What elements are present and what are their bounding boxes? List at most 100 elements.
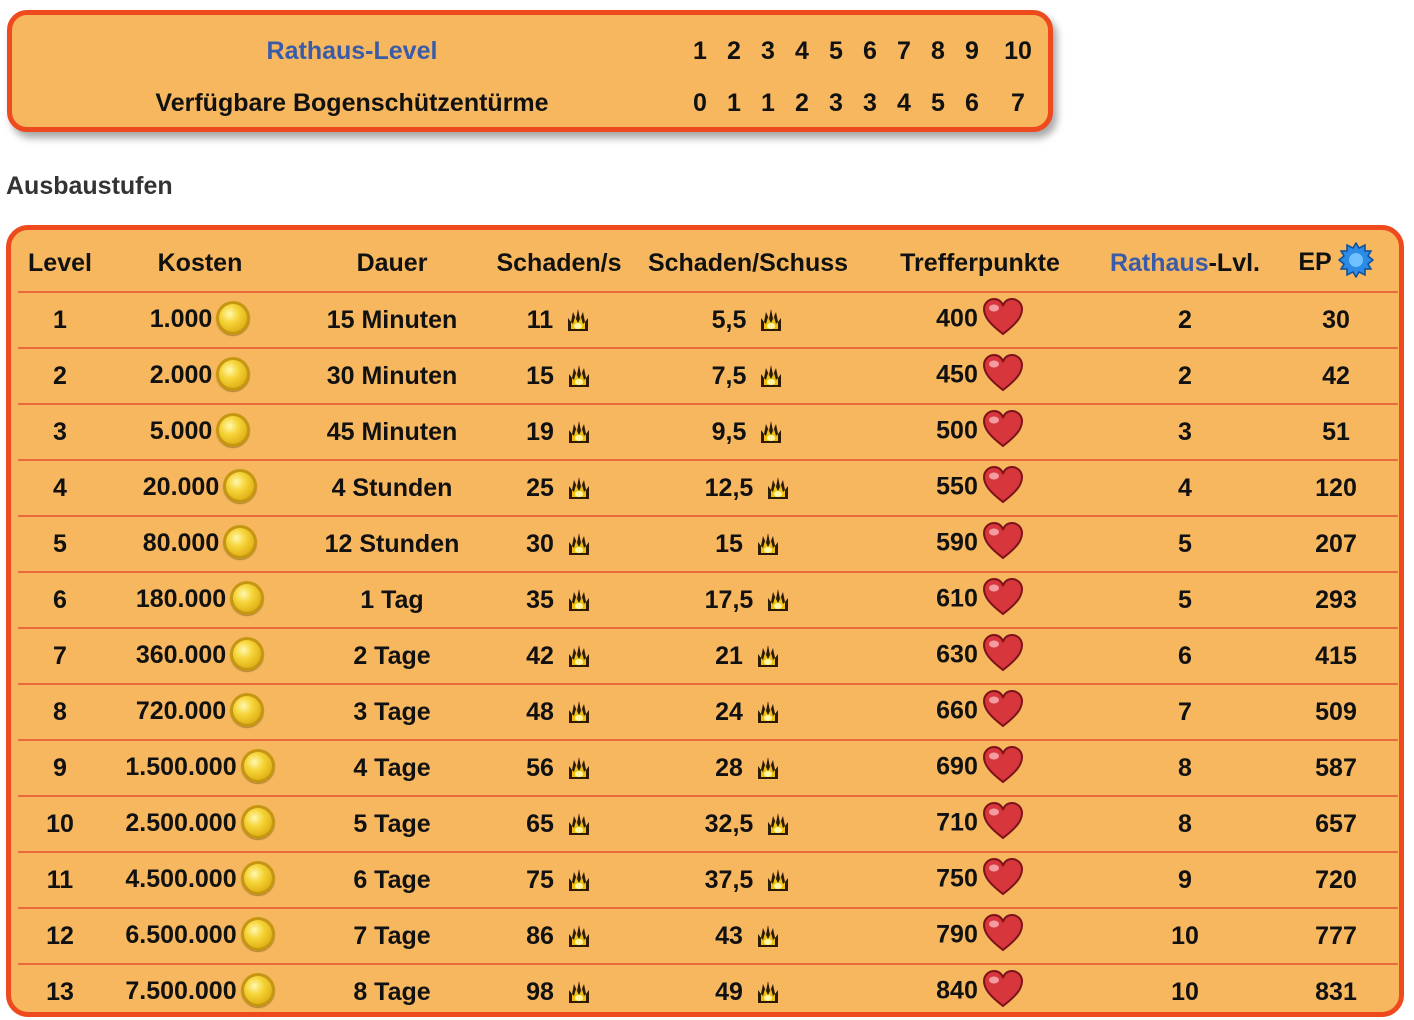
table-row: 10 2.500.000 5 Tage 65 32,5 710 8 657: [18, 796, 1398, 853]
cell-xp-value: 42: [1322, 361, 1350, 390]
cell-dps-value: 42: [526, 641, 554, 670]
cell-dps-value: 86: [526, 921, 554, 950]
cell-level-value: 5: [53, 529, 67, 558]
cell-hitpoints: 450: [864, 348, 1096, 405]
cell-dps: 15: [486, 348, 632, 405]
table-row: 6 180.000 1 Tag 35 17,5 610 5 293: [18, 572, 1398, 629]
cell-cost: 20.000: [102, 460, 298, 517]
cell-level: 2: [18, 348, 102, 405]
cell-level-value: 7: [53, 641, 67, 670]
fire-icon: [566, 362, 592, 388]
fire-icon: [566, 754, 592, 780]
cell-townhall-level-value: 6: [1178, 641, 1192, 670]
cell-hitpoints: 500: [864, 404, 1096, 461]
cell-duration: 1 Tag: [298, 572, 486, 629]
cell-hitpoints-value: 400: [936, 304, 978, 333]
gold-coin-icon: [223, 469, 258, 504]
gold-coin-icon: [240, 749, 275, 784]
available-towers-row: Verfügbare Bogenschützentürme 0 1 1 2 3 …: [12, 83, 1048, 123]
cell-level-value: 9: [53, 753, 67, 782]
cell-xp: 587: [1274, 740, 1398, 797]
cell-hitpoints-value: 660: [936, 696, 978, 725]
cell-townhall-level: 8: [1096, 740, 1274, 797]
header-hitpoints: Trefferpunkte: [864, 235, 1096, 293]
cell-dps: 35: [486, 572, 632, 629]
cell-xp-value: 777: [1315, 921, 1357, 950]
cell-damage-per-shot-value: 9,5: [711, 417, 747, 446]
cell-townhall-level: 2: [1096, 348, 1274, 405]
gold-coin-icon: [240, 805, 275, 840]
fire-icon: [755, 698, 781, 724]
cell-damage-per-shot: 5,5: [632, 292, 864, 349]
header-level: Level: [18, 235, 102, 293]
cell-duration-value: 4 Tage: [353, 753, 431, 782]
cell-hitpoints: 690: [864, 740, 1096, 797]
heart-icon: [982, 746, 1024, 784]
cell-xp-value: 720: [1315, 865, 1357, 894]
cell-dps: 48: [486, 684, 632, 741]
table-row: 8 720.000 3 Tage 48 24 660 7 509: [18, 684, 1398, 741]
cell-townhall-level-value: 9: [1178, 865, 1192, 894]
heart-icon: [982, 970, 1024, 1008]
cell-damage-per-shot-value: 7,5: [711, 361, 747, 390]
cell-dps-value: 30: [526, 529, 554, 558]
fire-icon: [755, 978, 781, 1004]
cell-xp: 30: [1274, 292, 1398, 349]
cell-townhall-level-value: 10: [1171, 921, 1199, 950]
cell-cost-value: 1.000: [149, 304, 213, 333]
cell-level: 6: [18, 572, 102, 629]
cell-townhall-level-value: 2: [1178, 361, 1192, 390]
cell-townhall-level: 4: [1096, 460, 1274, 517]
gold-coin-icon: [240, 973, 275, 1008]
fire-icon: [765, 866, 791, 892]
table-row: 4 20.000 4 Stunden 25 12,5 550 4 120: [18, 460, 1398, 517]
cell-hitpoints-value: 750: [936, 864, 978, 893]
cell-xp-value: 509: [1315, 697, 1357, 726]
cell-hitpoints: 660: [864, 684, 1096, 741]
cell-townhall-level: 3: [1096, 404, 1274, 461]
cell-duration: 45 Minuten: [298, 404, 486, 461]
cell-damage-per-shot: 32,5: [632, 796, 864, 853]
cell-dps: 65: [486, 796, 632, 853]
cell-duration: 3 Tage: [298, 684, 486, 741]
cell-townhall-level-value: 5: [1178, 529, 1192, 558]
cell-xp: 415: [1274, 628, 1398, 685]
fire-icon: [755, 530, 781, 556]
table-row: 5 80.000 12 Stunden 30 15 590 5 207: [18, 516, 1398, 573]
cell-cost: 1.500.000: [102, 740, 298, 797]
cell-dps-value: 35: [526, 585, 554, 614]
cell-level-value: 2: [53, 361, 67, 390]
fire-icon: [566, 586, 592, 612]
cell-level-value: 4: [53, 473, 67, 502]
cell-damage-per-shot-value: 5,5: [711, 305, 747, 334]
cell-xp-value: 657: [1315, 809, 1357, 838]
fire-icon: [758, 306, 784, 332]
cell-damage-per-shot: 7,5: [632, 348, 864, 405]
fire-icon: [758, 362, 784, 388]
table-row: 3 5.000 45 Minuten 19 9,5 500 3 51: [18, 404, 1398, 461]
cell-cost: 360.000: [102, 628, 298, 685]
cell-cost-value: 1.500.000: [125, 752, 237, 781]
cell-cost: 7.500.000: [102, 964, 298, 1019]
header-townhall-link[interactable]: Rathaus: [1110, 249, 1209, 277]
gold-coin-icon: [240, 917, 275, 952]
townhall-level-value: 10: [1004, 37, 1032, 65]
cell-xp-value: 587: [1315, 753, 1357, 782]
cell-damage-per-shot-value: 32,5: [704, 809, 754, 838]
cell-townhall-level: 7: [1096, 684, 1274, 741]
cell-cost: 4.500.000: [102, 852, 298, 909]
cell-hitpoints: 400: [864, 292, 1096, 349]
cell-townhall-level-value: 3: [1178, 417, 1192, 446]
cell-dps-value: 11: [526, 305, 554, 334]
cell-level: 11: [18, 852, 102, 909]
cell-damage-per-shot: 12,5: [632, 460, 864, 517]
cell-dps-value: 98: [526, 977, 554, 1006]
cell-duration-value: 5 Tage: [353, 809, 431, 838]
cell-xp: 293: [1274, 572, 1398, 629]
heart-icon: [982, 802, 1024, 840]
cell-hitpoints: 550: [864, 460, 1096, 517]
cell-townhall-level-value: 4: [1178, 473, 1192, 502]
cell-duration-value: 3 Tage: [353, 697, 431, 726]
cell-damage-per-shot: 37,5: [632, 852, 864, 909]
table-row: 11 4.500.000 6 Tage 75 37,5 750 9 720: [18, 852, 1398, 909]
